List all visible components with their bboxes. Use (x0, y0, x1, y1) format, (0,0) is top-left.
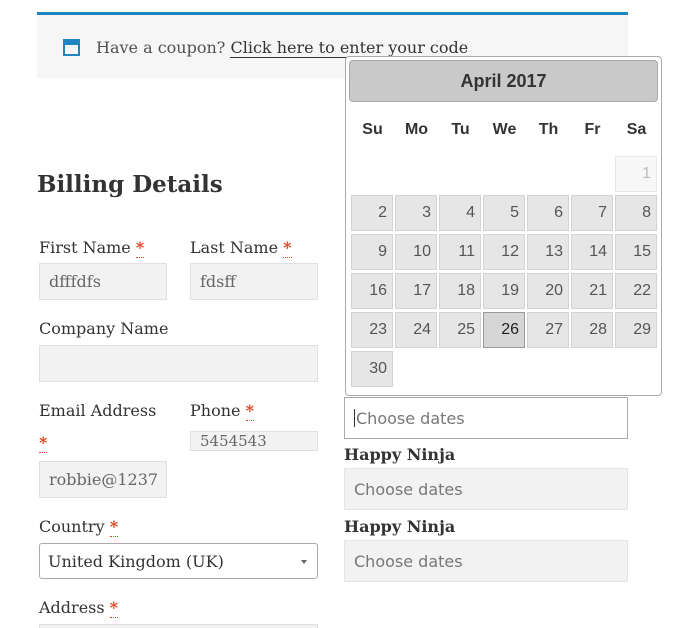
calendar-day[interactable]: 26 (483, 312, 525, 348)
company-name-field[interactable] (39, 345, 318, 382)
country-label-text: Country (39, 517, 105, 536)
calendar-day[interactable]: 3 (395, 195, 437, 231)
datepicker-month-title: April 2017 (349, 60, 658, 102)
product-name: Happy Ninja (344, 517, 456, 536)
last-name-field[interactable] (190, 263, 318, 300)
calendar-day[interactable]: 30 (351, 351, 393, 387)
last-name-label: Last Name * (190, 238, 292, 258)
calendar-day[interactable]: 23 (351, 312, 393, 348)
calendar-day[interactable]: 19 (483, 273, 525, 309)
date-input[interactable]: Choose dates (344, 540, 628, 582)
date-placeholder: Choose dates (356, 408, 465, 428)
calendar-day[interactable]: 20 (527, 273, 569, 309)
calendar-day[interactable]: 18 (439, 273, 481, 309)
calendar-day[interactable]: 8 (615, 195, 657, 231)
last-name-label-text: Last Name (190, 238, 279, 257)
weekday-header: Su (362, 121, 383, 138)
date-input[interactable]: Choose dates (344, 468, 628, 510)
calendar-day[interactable]: 28 (571, 312, 613, 348)
first-name-field[interactable] (39, 263, 167, 300)
calendar-day[interactable]: 15 (615, 234, 657, 270)
country-label: Country * (39, 517, 119, 537)
phone-label-text: Phone (190, 401, 241, 420)
datepicker: April 2017 Su Mo Tu We Th Fr Sa 1 2 3 4 5 6 7 8 9 10 11 12… (345, 56, 662, 396)
calendar-day[interactable]: 6 (527, 195, 569, 231)
weekday-header: Th (538, 121, 559, 138)
window-icon (63, 39, 80, 56)
email-field[interactable] (39, 461, 167, 498)
billing-title: Billing Details (37, 171, 223, 198)
phone-label: Phone * (190, 401, 254, 421)
country-selected-value: United Kingdom (UK) (48, 551, 224, 571)
calendar-day[interactable]: 29 (615, 312, 657, 348)
company-name-label: Company Name (39, 319, 169, 338)
text-cursor (354, 409, 355, 427)
chevron-down-icon (301, 560, 307, 564)
calendar-day[interactable]: 17 (395, 273, 437, 309)
calendar-day[interactable]: 13 (527, 234, 569, 270)
calendar-day[interactable]: 22 (615, 273, 657, 309)
email-label: Email Address (39, 401, 157, 420)
enter-coupon-link[interactable]: Click here to enter your code (230, 38, 469, 58)
required-marker: * (109, 598, 119, 618)
calendar-day[interactable]: 24 (395, 312, 437, 348)
calendar-day[interactable]: 4 (439, 195, 481, 231)
required-marker: * (245, 401, 254, 421)
weekday-header: We (492, 121, 517, 138)
calendar-day[interactable]: 25 (439, 312, 481, 348)
calendar-day[interactable]: 9 (351, 234, 393, 270)
calendar-day[interactable]: 12 (483, 234, 525, 270)
date-placeholder: Choose dates (354, 551, 463, 571)
calendar-day[interactable]: 2 (351, 195, 393, 231)
calendar-day[interactable]: 10 (395, 234, 437, 270)
weekday-header: Sa (626, 121, 647, 138)
address-label: Address * (39, 598, 119, 618)
coupon-text: Have a coupon? Click here to enter your … (96, 38, 469, 58)
weekday-header: Fr (584, 121, 601, 138)
coupon-prompt: Have a coupon? (96, 38, 226, 57)
weekday-header: Tu (451, 121, 470, 138)
country-select[interactable]: United Kingdom (UK) (39, 543, 318, 579)
calendar-day[interactable]: 21 (571, 273, 613, 309)
calendar-day[interactable]: 5 (483, 195, 525, 231)
calendar-day[interactable]: 27 (527, 312, 569, 348)
required-marker: * (109, 517, 119, 537)
calendar-day[interactable]: 14 (571, 234, 613, 270)
address-label-text: Address (39, 598, 105, 617)
phone-field[interactable] (190, 431, 318, 451)
calendar-day: 1 (615, 156, 657, 192)
date-placeholder: Choose dates (354, 479, 463, 499)
required-marker: * (135, 238, 145, 258)
required-marker: * (39, 433, 48, 453)
calendar-day[interactable]: 7 (571, 195, 613, 231)
first-name-label-text: First Name (39, 238, 131, 257)
calendar-day[interactable]: 11 (439, 234, 481, 270)
date-input-active[interactable]: Choose dates (344, 397, 628, 439)
weekday-header: Mo (404, 121, 429, 138)
calendar-day[interactable]: 16 (351, 273, 393, 309)
address-field[interactable] (39, 624, 318, 628)
product-name: Happy Ninja (344, 445, 456, 464)
required-marker: * (283, 238, 292, 258)
first-name-label: First Name * (39, 238, 145, 258)
